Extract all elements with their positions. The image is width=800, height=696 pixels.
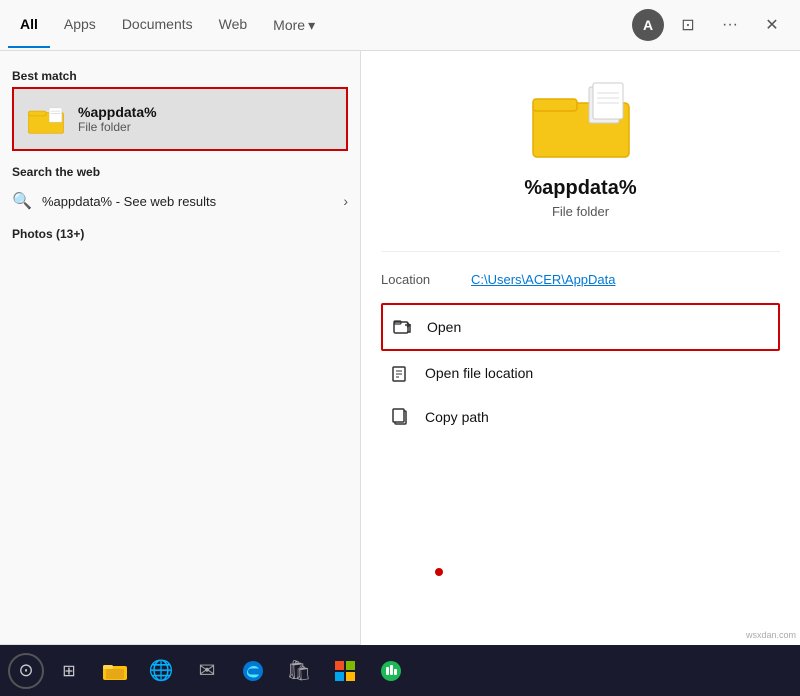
web-search-text: %appdata% - See web results bbox=[42, 194, 343, 209]
taskbar-store-button[interactable]: 🛍 bbox=[278, 650, 320, 692]
search-results: Best match %appdata% File folder Search … bbox=[0, 51, 360, 644]
chevron-right-icon: › bbox=[343, 193, 348, 209]
detail-folder-icon bbox=[531, 81, 631, 161]
tab-web[interactable]: Web bbox=[207, 2, 260, 48]
open-file-location-action[interactable]: Open file location bbox=[381, 351, 780, 395]
search-panel: All Apps Documents Web More ▾ Best match bbox=[0, 0, 360, 696]
taskbar-search-button[interactable]: ⊙ bbox=[8, 653, 44, 689]
open-action[interactable]: Open bbox=[381, 303, 780, 351]
detail-location-row: Location C:\Users\ACER\AppData bbox=[381, 268, 780, 303]
best-match-subtitle: File folder bbox=[78, 120, 157, 134]
best-match-title: %appdata% bbox=[78, 104, 157, 120]
taskbar-app2-button[interactable] bbox=[370, 650, 412, 692]
copy-icon bbox=[389, 405, 413, 429]
copy-path-label: Copy path bbox=[425, 409, 489, 425]
chevron-down-icon: ▾ bbox=[308, 17, 315, 34]
best-match-item[interactable]: %appdata% File folder bbox=[12, 87, 348, 151]
open-folder-icon bbox=[391, 315, 415, 339]
taskbar-app1-button[interactable] bbox=[324, 650, 366, 692]
tab-all[interactable]: All bbox=[8, 2, 50, 48]
detail-panel: %appdata% File folder Location C:\Users\… bbox=[360, 51, 800, 696]
avatar-button[interactable]: A bbox=[632, 9, 664, 41]
taskbar-fileexplorer-button[interactable] bbox=[94, 650, 136, 692]
open-label: Open bbox=[427, 319, 461, 335]
web-search-item[interactable]: 🔍 %appdata% - See web results › bbox=[0, 183, 360, 219]
person-icon-button[interactable]: ⊡ bbox=[670, 7, 706, 43]
location-value[interactable]: C:\Users\ACER\AppData bbox=[471, 272, 616, 287]
taskbar-edge-button[interactable] bbox=[232, 650, 274, 692]
header-right: A ⊡ ··· ✕ bbox=[360, 0, 800, 51]
close-button[interactable]: ✕ bbox=[754, 7, 790, 43]
best-match-text: %appdata% File folder bbox=[78, 104, 157, 134]
best-match-label: Best match bbox=[0, 63, 360, 87]
red-dot-indicator bbox=[435, 568, 443, 576]
taskbar-mail-button[interactable]: ✉ bbox=[186, 650, 228, 692]
file-location-icon bbox=[389, 361, 413, 385]
tab-apps[interactable]: Apps bbox=[52, 2, 108, 48]
search-icon: 🔍 bbox=[12, 191, 32, 211]
web-section-label: Search the web bbox=[0, 159, 360, 183]
photos-label: Photos (13+) bbox=[0, 219, 360, 245]
copy-path-action[interactable]: Copy path bbox=[381, 395, 780, 439]
open-file-location-label: Open file location bbox=[425, 365, 533, 381]
tab-documents[interactable]: Documents bbox=[110, 2, 205, 48]
folder-icon bbox=[26, 99, 66, 139]
watermark: wsxdan.com bbox=[746, 630, 796, 640]
taskbar-browser1-button[interactable]: 🌐 bbox=[140, 650, 182, 692]
more-options-button[interactable]: ··· bbox=[712, 7, 748, 43]
location-label: Location bbox=[381, 272, 471, 287]
detail-subtitle: File folder bbox=[552, 204, 609, 219]
detail-actions: Open Open file location Co bbox=[381, 303, 780, 439]
detail-title: %appdata% bbox=[524, 177, 636, 200]
taskbar: ⊙ ⊞ 🌐 ✉ 🛍 bbox=[0, 645, 800, 696]
detail-divider bbox=[381, 251, 780, 252]
taskbar-taskview-button[interactable]: ⊞ bbox=[48, 650, 90, 692]
tab-more[interactable]: More ▾ bbox=[261, 3, 327, 48]
tabs-bar: All Apps Documents Web More ▾ bbox=[0, 0, 360, 51]
